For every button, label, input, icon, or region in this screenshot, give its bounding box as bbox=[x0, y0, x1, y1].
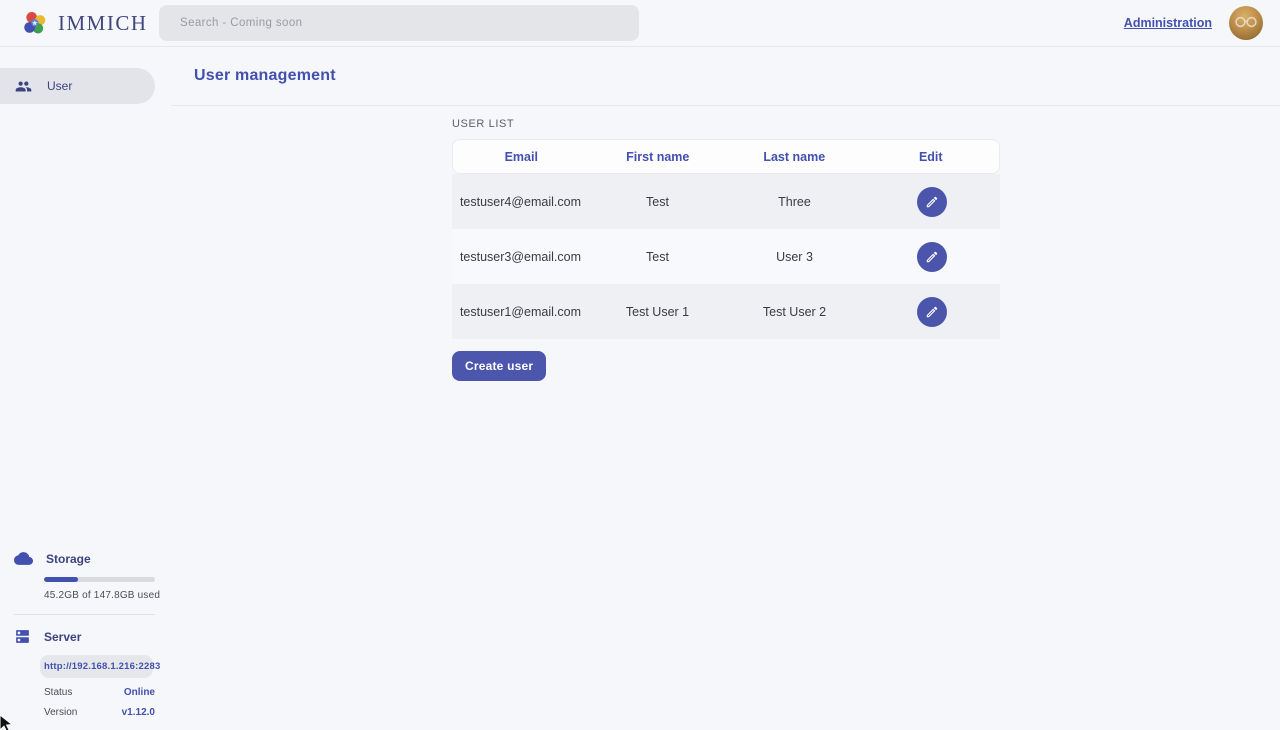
user-avatar[interactable] bbox=[1229, 6, 1263, 40]
users-icon bbox=[15, 78, 32, 95]
cell-last-name: Test User 2 bbox=[726, 305, 863, 319]
table-row: testuser3@email.com Test User 3 bbox=[452, 229, 1000, 284]
cell-first-name: Test User 1 bbox=[589, 305, 726, 319]
cloud-icon bbox=[14, 549, 33, 568]
storage-usage-text: 45.2GB of 147.8GB used bbox=[44, 590, 171, 601]
sidebar-item-label: User bbox=[47, 79, 72, 93]
table-row: testuser4@email.com Test Three bbox=[452, 174, 1000, 229]
create-user-button[interactable]: Create user bbox=[452, 351, 546, 381]
cell-last-name: User 3 bbox=[726, 250, 863, 264]
sidebar-divider bbox=[14, 614, 155, 615]
table-row: testuser1@email.com Test User 1 Test Use… bbox=[452, 284, 1000, 339]
cell-email: testuser4@email.com bbox=[452, 195, 589, 209]
title-bar: User management bbox=[171, 47, 1280, 106]
server-version-value: v1.12.0 bbox=[122, 707, 155, 718]
main-content: User management USER LIST Email First na… bbox=[171, 47, 1280, 730]
edit-user-button[interactable] bbox=[917, 187, 947, 217]
server-icon bbox=[14, 628, 31, 645]
top-navbar: IMMICH Administration bbox=[0, 0, 1280, 47]
table-header: Email First name Last name Edit bbox=[452, 139, 1000, 174]
cell-email: testuser1@email.com bbox=[452, 305, 589, 319]
server-version-label: Version bbox=[44, 707, 77, 718]
brand-name: IMMICH bbox=[58, 11, 148, 36]
edit-user-button[interactable] bbox=[917, 242, 947, 272]
column-header-first-name: First name bbox=[590, 150, 727, 164]
search-bar[interactable] bbox=[159, 5, 639, 41]
column-header-last-name: Last name bbox=[726, 150, 863, 164]
mouse-cursor bbox=[0, 714, 16, 730]
pencil-icon bbox=[925, 305, 939, 319]
user-list-label: USER LIST bbox=[452, 118, 1280, 130]
pencil-icon bbox=[925, 250, 939, 264]
column-header-edit: Edit bbox=[863, 150, 1000, 164]
page-title: User management bbox=[171, 67, 336, 85]
search-input[interactable] bbox=[159, 5, 639, 41]
cell-email: testuser3@email.com bbox=[452, 250, 589, 264]
sidebar: User Storage 45.2GB of 147.8GB used Serv… bbox=[0, 47, 171, 730]
cell-last-name: Three bbox=[726, 195, 863, 209]
server-title: Server bbox=[44, 630, 81, 644]
cell-first-name: Test bbox=[589, 195, 726, 209]
glasses-icon bbox=[1234, 16, 1258, 28]
user-table: Email First name Last name Edit testuser… bbox=[452, 139, 1000, 339]
server-status-value: Online bbox=[124, 687, 155, 698]
storage-title: Storage bbox=[46, 552, 91, 566]
pencil-icon bbox=[925, 195, 939, 209]
edit-user-button[interactable] bbox=[917, 297, 947, 327]
server-url: http://192.168.1.216:2283 bbox=[40, 655, 153, 678]
sidebar-item-user[interactable]: User bbox=[0, 68, 155, 104]
column-header-email: Email bbox=[453, 150, 590, 164]
storage-progress-fill bbox=[44, 577, 78, 582]
administration-link[interactable]: Administration bbox=[1124, 16, 1212, 30]
sidebar-footer: Storage 45.2GB of 147.8GB used Server ht… bbox=[0, 549, 171, 718]
immich-flower-icon bbox=[21, 9, 49, 37]
storage-progress-bar bbox=[44, 577, 155, 582]
server-status-label: Status bbox=[44, 687, 72, 698]
cell-first-name: Test bbox=[589, 250, 726, 264]
brand[interactable]: IMMICH bbox=[0, 9, 159, 37]
